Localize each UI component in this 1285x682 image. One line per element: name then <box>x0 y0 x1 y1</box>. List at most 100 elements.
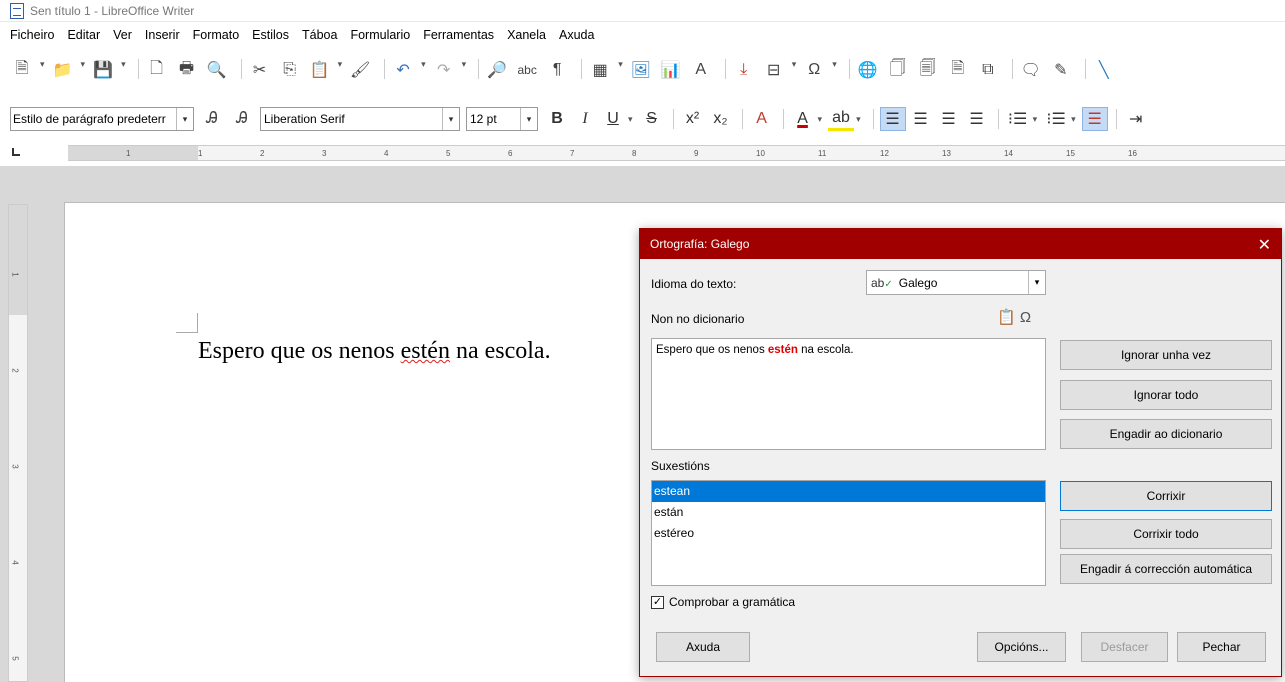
list-item[interactable]: estean <box>652 481 1045 502</box>
chevron-down-icon[interactable]: ▾ <box>421 59 426 70</box>
increase-indent-icon[interactable]: ⇥ <box>1123 107 1149 131</box>
chevron-down-icon[interactable]: ▾ <box>338 59 343 70</box>
list-item[interactable]: estéreo <box>652 523 1045 544</box>
superscript-icon[interactable]: x² <box>680 107 706 131</box>
menu-estilos[interactable]: Estilos <box>252 28 289 42</box>
insert-page-break-icon[interactable]: ⤓ <box>732 59 756 81</box>
suggestions-list[interactable]: estean están estéreo <box>651 480 1046 586</box>
save-icon[interactable]: 💾 <box>91 59 115 81</box>
insert-image-icon[interactable]: 🖼 <box>629 59 653 81</box>
bookmark-icon[interactable]: 🗎 <box>946 59 970 81</box>
chevron-down-icon[interactable]: ▾ <box>1071 114 1076 125</box>
sentence-text-box[interactable]: Espero que os nenos estén na escola. <box>651 338 1046 450</box>
new-document-icon[interactable]: 🗎 <box>10 59 34 81</box>
undo-icon[interactable]: ↶ <box>391 59 415 81</box>
special-character-icon[interactable]: Ω <box>1020 309 1031 326</box>
correct-button[interactable]: Corrixir <box>1060 481 1272 511</box>
no-list-icon[interactable]: ☰ <box>1081 107 1108 131</box>
spelling-icon[interactable]: abc <box>515 59 539 81</box>
chevron-down-icon[interactable]: ▾ <box>818 114 823 125</box>
cross-reference-icon[interactable]: ⧉ <box>976 59 1000 81</box>
hyperlink-icon[interactable]: 🌐 <box>856 59 880 81</box>
chevron-down-icon[interactable]: ▾ <box>40 59 45 70</box>
insert-textbox-icon[interactable]: A <box>689 59 713 81</box>
options-button[interactable]: Opcións... <box>977 632 1066 662</box>
font-size-combo[interactable]: 12 pt ▾ <box>466 107 538 131</box>
open-folder-icon[interactable]: 📁 <box>51 59 75 81</box>
dialog-title-bar[interactable]: Ortografía: Galego ✕ <box>640 229 1281 259</box>
find-replace-icon[interactable]: 🔎 <box>485 59 509 81</box>
export-pdf-icon[interactable]: 🗋 <box>145 59 169 81</box>
align-left-icon[interactable]: ☰ <box>879 107 906 131</box>
menu-taboa[interactable]: Táboa <box>302 28 337 42</box>
copy-icon[interactable]: ⎘ <box>278 59 302 81</box>
font-name-combo[interactable]: Liberation Serif ▾ <box>260 107 460 131</box>
paragraph-style-combo[interactable]: Estilo de parágrafo predeterr ▾ <box>10 107 194 131</box>
check-grammar-checkbox[interactable]: ✓ <box>651 595 664 609</box>
chevron-down-icon[interactable]: ▾ <box>618 59 623 70</box>
unordered-list-icon[interactable]: ⁝☰ <box>1005 107 1031 131</box>
menu-formato[interactable]: Formato <box>193 28 240 42</box>
chevron-down-icon[interactable]: ▾ <box>792 59 797 70</box>
underline-icon[interactable]: U <box>600 107 626 131</box>
help-button[interactable]: Axuda <box>656 632 750 662</box>
new-style-icon[interactable]: Ꭿ <box>230 108 254 130</box>
menu-editar[interactable]: Editar <box>67 28 100 42</box>
insert-line-icon[interactable]: ╲ <box>1092 59 1116 81</box>
footnote-icon[interactable]: 🗍 <box>886 59 910 81</box>
special-character-icon[interactable]: Ω <box>802 59 826 81</box>
font-color-icon[interactable]: A <box>790 107 816 131</box>
add-autocorrect-button[interactable]: Engadir á corrección automática <box>1060 554 1272 584</box>
insert-field-icon[interactable]: ⊟ <box>762 59 786 81</box>
tab-type-icon[interactable] <box>12 148 20 156</box>
align-right-icon[interactable]: ☰ <box>936 107 962 131</box>
menu-ferramentas[interactable]: Ferramentas <box>423 28 494 42</box>
chevron-down-icon[interactable]: ▾ <box>1033 114 1038 125</box>
chevron-down-icon[interactable]: ▾ <box>176 108 193 130</box>
endnote-icon[interactable]: 🗐 <box>916 59 940 81</box>
ignore-all-button[interactable]: Ignorar todo <box>1060 380 1272 410</box>
correct-all-button[interactable]: Corrixir todo <box>1060 519 1272 549</box>
undo-button[interactable]: Desfacer <box>1081 632 1168 662</box>
chevron-down-icon[interactable]: ▾ <box>628 114 633 125</box>
horizontal-ruler[interactable]: 1 1 2 3 4 5 6 7 8 9 10 11 12 13 14 15 16 <box>68 145 1285 161</box>
clear-formatting-icon[interactable]: A <box>749 107 775 131</box>
update-style-icon[interactable]: Ꭿ <box>200 108 224 130</box>
chevron-down-icon[interactable]: ▾ <box>442 108 459 130</box>
language-combo[interactable]: ab✓ Galego ▾ <box>866 270 1046 295</box>
menu-axuda[interactable]: Axuda <box>559 28 594 42</box>
menu-xanela[interactable]: Xanela <box>507 28 546 42</box>
subscript-icon[interactable]: x₂ <box>708 107 734 131</box>
chevron-down-icon[interactable]: ▾ <box>856 114 861 125</box>
paste-icon[interactable]: 📋 <box>308 59 332 81</box>
insert-table-icon[interactable]: ▦ <box>588 59 612 81</box>
chevron-down-icon[interactable]: ▾ <box>121 59 126 70</box>
track-changes-icon[interactable]: ✎ <box>1049 59 1073 81</box>
strikethrough-icon[interactable]: S <box>639 107 665 131</box>
justify-icon[interactable]: ☰ <box>964 107 990 131</box>
redo-icon[interactable]: ↷ <box>432 59 456 81</box>
menu-inserir[interactable]: Inserir <box>145 28 180 42</box>
paste-icon[interactable]: 📋 <box>997 309 1016 326</box>
bold-icon[interactable]: B <box>544 107 570 131</box>
chevron-down-icon[interactable]: ▾ <box>462 59 467 70</box>
ordered-list-icon[interactable]: ⁝☰ <box>1043 107 1069 131</box>
document-text[interactable]: Espero que os nenos estén na escola. <box>198 338 551 365</box>
clone-formatting-icon[interactable]: 🖌 <box>348 59 372 81</box>
comment-icon[interactable]: 🗨 <box>1019 59 1043 81</box>
check-grammar-row[interactable]: ✓ Comprobar a gramática <box>651 595 795 609</box>
chevron-down-icon[interactable]: ▾ <box>520 108 537 130</box>
add-to-dictionary-button[interactable]: Engadir ao dicionario <box>1060 419 1272 449</box>
menu-formulario[interactable]: Formulario <box>350 28 410 42</box>
list-item[interactable]: están <box>652 502 1045 523</box>
menu-ver[interactable]: Ver <box>113 28 132 42</box>
close-icon[interactable]: ✕ <box>1258 235 1271 255</box>
close-button[interactable]: Pechar <box>1177 632 1266 662</box>
menu-ficheiro[interactable]: Ficheiro <box>10 28 54 42</box>
insert-chart-icon[interactable]: 📊 <box>659 59 683 81</box>
print-icon[interactable]: 🖶 <box>175 59 199 81</box>
italic-icon[interactable]: I <box>572 107 598 131</box>
print-preview-icon[interactable]: 🔍 <box>205 59 229 81</box>
vertical-ruler[interactable]: 1 2 3 4 5 <box>8 204 28 682</box>
chevron-down-icon[interactable]: ▾ <box>1028 271 1045 294</box>
